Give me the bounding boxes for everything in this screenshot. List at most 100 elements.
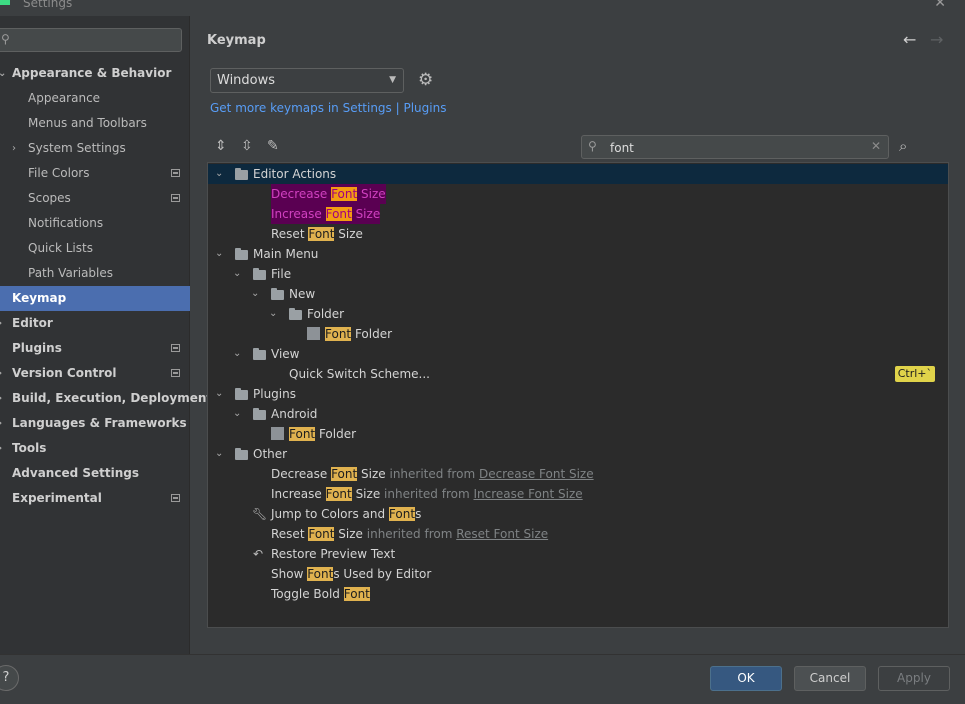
tree-node-android[interactable]: ⌄ Android (208, 404, 948, 424)
tree-node-toggle-bold-font[interactable]: Toggle Bold Font (208, 584, 948, 604)
tree-node-label: Increase Font Size inherited from Increa… (271, 484, 583, 504)
tree-node-jump-to-colors-fonts[interactable]: 🔧︎ Jump to Colors and Fonts (208, 504, 948, 524)
apply-button[interactable]: Apply (878, 666, 950, 691)
edit-pencil-icon[interactable]: ✎ (267, 138, 279, 154)
folder-icon (253, 408, 266, 420)
tree-node-show-fonts-used[interactable]: Show Fonts Used by Editor (208, 564, 948, 584)
label-part: Reset (271, 527, 309, 541)
label-part: Folder (315, 427, 357, 441)
label-part: Increase (271, 487, 326, 501)
sidebar-item-label: Build, Execution, Deployment (12, 391, 213, 405)
chevron-down-icon: ⌄ (215, 448, 224, 459)
tree-node-main-menu[interactable]: ⌄ Main Menu (208, 244, 948, 264)
inherited-text: inherited from (385, 467, 479, 481)
folder-icon (253, 348, 266, 360)
sidebar-item-keymap[interactable]: Keymap (0, 286, 190, 311)
search-highlight: Font (388, 507, 416, 521)
close-icon[interactable]: ✕ (934, 0, 946, 11)
tree-node-increase-font-size[interactable]: Increase Font Size (208, 204, 948, 224)
back-arrow-icon[interactable]: ← (903, 30, 916, 49)
label-part: Size (351, 207, 381, 221)
cancel-button[interactable]: Cancel (794, 666, 866, 691)
tree-node-folder[interactable]: ⌄ Folder (208, 304, 948, 324)
keymap-search-input[interactable] (610, 139, 850, 156)
tree-node-plugins[interactable]: ⌄ Plugins (208, 384, 948, 404)
label-part: Toggle Bold (271, 587, 344, 601)
keymap-search-field[interactable]: ⚲ ✕ (581, 135, 889, 159)
sidebar-item-path-variables[interactable]: Path Variables (0, 261, 190, 286)
inherited-link[interactable]: Decrease Font Size (479, 467, 594, 481)
search-highlight: Font (343, 587, 370, 601)
tree-node-other-reset-font-size[interactable]: Reset Font Size inherited from Reset Fon… (208, 524, 948, 544)
actions-tree: ⌄ Editor Actions Decrease Font Size Incr… (207, 162, 949, 628)
sidebar-item-appearance-behavior[interactable]: ⌄ Appearance & Behavior (0, 61, 190, 86)
tree-node-reset-font-size[interactable]: Reset Font Size (208, 224, 948, 244)
page-title: Keymap (207, 33, 266, 48)
tree-node-label: Decrease Font Size inherited from Decrea… (271, 464, 594, 484)
expand-all-icon[interactable]: ⇕ (215, 138, 227, 154)
tree-node-other-increase-font-size[interactable]: Increase Font Size inherited from Increa… (208, 484, 948, 504)
search-icon: ⚲ (1, 32, 10, 46)
sidebar-item-tools[interactable]: › Tools (0, 436, 190, 461)
inherited-text: inherited from (362, 527, 457, 541)
undo-icon: ↶ (253, 547, 264, 561)
gear-icon[interactable]: ⚙ (418, 70, 433, 90)
tree-node-label: Show Fonts Used by Editor (271, 564, 431, 584)
folder-icon (235, 448, 248, 460)
sidebar-search-input[interactable]: ⚲ (0, 28, 182, 52)
tree-node-restore-preview-text[interactable]: ↶ Restore Preview Text (208, 544, 948, 564)
tree-node-other-decrease-font-size[interactable]: Decrease Font Size inherited from Decrea… (208, 464, 948, 484)
keymap-scheme-select[interactable]: Windows ▼ (210, 68, 404, 93)
sidebar-item-version-control[interactable]: › Version Control (0, 361, 190, 386)
tree-node-font-folder[interactable]: Font Folder (208, 324, 948, 344)
tree-node-label: Font Folder (325, 324, 392, 344)
sidebar-item-editor[interactable]: › Editor (0, 311, 190, 336)
tree-node-label: Restore Preview Text (271, 547, 396, 561)
more-keymaps-link[interactable]: Get more keymaps in Settings | Plugins (210, 101, 446, 115)
tree-node-other[interactable]: ⌄ Other (208, 444, 948, 464)
tree-node-editor-actions[interactable]: ⌄ Editor Actions (208, 164, 948, 184)
sidebar-item-plugins[interactable]: Plugins (0, 336, 190, 361)
sidebar-item-label: Scopes (28, 191, 71, 205)
collapse-all-icon[interactable]: ⇳ (241, 138, 253, 154)
tree-node-quick-switch-scheme[interactable]: Quick Switch Scheme... Ctrl+` (208, 364, 948, 384)
tree-node-label: Increase Font Size (271, 204, 381, 224)
tree-node-label: Reset Font Size inherited from Reset Fon… (271, 524, 548, 544)
search-highlight: Font (308, 227, 335, 241)
project-level-icon (171, 494, 180, 502)
tree-node-android-font-folder[interactable]: Font Folder (208, 424, 948, 444)
inherited-link[interactable]: Reset Font Size (456, 527, 548, 541)
tree-node-label: Main Menu (253, 247, 319, 261)
folder-icon (235, 388, 248, 400)
sidebar-item-languages[interactable]: › Languages & Frameworks (0, 411, 190, 436)
tree-node-file[interactable]: ⌄ File (208, 264, 948, 284)
sidebar-item-system-settings[interactable]: › System Settings (0, 136, 190, 161)
sidebar-item-advanced-settings[interactable]: Advanced Settings (0, 461, 190, 486)
sidebar-item-notifications[interactable]: Notifications (0, 211, 190, 236)
sidebar-item-build[interactable]: › Build, Execution, Deployment (0, 386, 212, 411)
chevron-right-icon: › (12, 143, 16, 154)
label-part: s Used by Editor (333, 567, 432, 581)
sidebar-item-appearance[interactable]: Appearance (0, 86, 190, 111)
chevron-right-icon: › (0, 311, 2, 336)
find-by-shortcut-icon[interactable]: ⌕ (899, 137, 907, 155)
sidebar-item-label: Editor (12, 316, 53, 330)
tree-node-new[interactable]: ⌄ New (208, 284, 948, 304)
sidebar-item-menus-toolbars[interactable]: Menus and Toolbars (0, 111, 190, 136)
sidebar-item-file-colors[interactable]: File Colors (0, 161, 190, 186)
tree-node-decrease-font-size[interactable]: Decrease Font Size (208, 184, 948, 204)
forward-arrow-icon[interactable]: → (930, 30, 943, 49)
ok-button[interactable]: OK (710, 666, 782, 691)
sidebar-item-label: System Settings (28, 141, 126, 155)
chevron-down-icon: ⌄ (251, 288, 260, 299)
keymap-selected-value: Windows (217, 73, 276, 88)
sidebar-item-experimental[interactable]: Experimental (0, 486, 190, 511)
sidebar-item-scopes[interactable]: Scopes (0, 186, 190, 211)
tree-node-view[interactable]: ⌄ View (208, 344, 948, 364)
clear-icon[interactable]: ✕ (871, 139, 881, 153)
sidebar-item-quick-lists[interactable]: Quick Lists (0, 236, 190, 261)
label-part: Increase (271, 207, 326, 221)
inherited-link[interactable]: Increase Font Size (473, 487, 582, 501)
settings-sidebar: ⚲ ⌄ Appearance & Behavior Appearance Men… (0, 16, 212, 654)
folder-icon (253, 268, 266, 280)
